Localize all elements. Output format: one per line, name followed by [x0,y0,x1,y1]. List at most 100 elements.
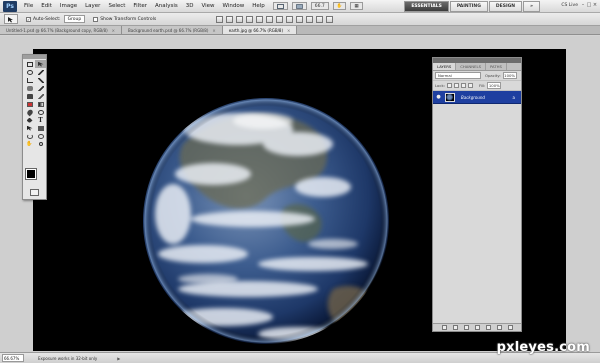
lock-position-icon[interactable] [460,83,466,88]
cs-live-button[interactable]: CS Live [561,3,578,8]
move-icon [37,61,44,67]
menu-window[interactable]: Window [219,3,249,9]
menu-view[interactable]: View [197,3,218,9]
close-icon[interactable]: × [212,28,215,33]
workspace-essentials[interactable]: ESSENTIALS [404,1,449,12]
auto-select-dropdown[interactable]: Group [63,15,86,23]
tab-layers[interactable]: LAYERS [433,63,457,70]
path-select-tool[interactable] [24,124,35,132]
tab-paths[interactable]: PATHS [486,63,507,70]
tab-earth[interactable]: earth.jpg @ 66.7% (RGB/8) × [222,26,298,34]
menu-select[interactable]: Select [104,3,129,9]
opacity-field[interactable]: 100% [502,72,517,79]
lock-buttons [446,83,475,88]
pen-tool[interactable] [24,116,35,124]
close-icon[interactable]: × [112,28,115,33]
distribute-middle-icon[interactable] [286,15,294,23]
foreground-color-swatch[interactable] [25,168,37,180]
magic-wand-icon [37,69,44,75]
arrange-documents-button[interactable]: ▦ [350,2,363,10]
workspace-painting[interactable]: PAINTING [449,1,488,12]
3d-rotate-tool[interactable] [24,132,35,140]
layer-style-icon[interactable] [452,325,458,330]
brush-tool[interactable] [35,84,46,92]
fill-field[interactable]: 100% [487,82,502,89]
layer-row-background[interactable]: ● Background a [433,91,521,104]
lock-transparent-icon[interactable] [446,83,452,88]
menu-help[interactable]: Help [248,3,269,9]
menu-file[interactable]: File [20,3,37,9]
tool-preset-picker[interactable] [4,14,18,24]
lasso-tool[interactable] [24,68,35,76]
minibridge-button[interactable] [291,2,307,10]
visibility-eye-icon[interactable]: ● [435,94,442,101]
history-brush-tool[interactable] [35,92,46,100]
move-tool[interactable] [35,60,46,68]
dodge-tool[interactable] [35,108,46,116]
distribute-left-icon[interactable] [306,15,314,23]
gradient-tool[interactable] [35,100,46,108]
align-center-icon[interactable] [256,15,264,23]
lock-icon: a [512,94,515,100]
tab-background-earth[interactable]: Background earth.psd @ 66.7% (RGB/8) × [122,26,223,34]
lock-image-icon[interactable] [453,83,459,88]
bridge-button[interactable] [272,2,288,10]
adjustment-layer-icon[interactable] [474,325,480,330]
lock-all-icon[interactable] [467,83,473,88]
3d-orbit-tool[interactable] [35,132,46,140]
close-button[interactable]: × [592,2,598,9]
workspace-more-button[interactable]: » [523,1,540,12]
show-transform-checkbox[interactable] [93,16,99,22]
hand-tool[interactable]: ✋ [24,140,35,148]
align-right-icon[interactable] [266,15,274,23]
quick-mask-button[interactable] [30,189,39,196]
distribute-top-icon[interactable] [276,15,284,23]
menu-analysis[interactable]: Analysis [151,3,182,9]
bandage-icon [26,85,33,91]
menu-edit[interactable]: Edit [37,3,56,9]
align-left-icon[interactable] [246,15,254,23]
healing-tool[interactable] [24,84,35,92]
marquee-tool[interactable] [24,60,35,68]
align-top-icon[interactable] [216,15,224,23]
auto-select-checkbox[interactable] [26,16,31,22]
blend-mode-select[interactable]: Normal [435,72,481,79]
move-tool-icon [8,16,13,22]
eyedropper-tool[interactable] [35,76,46,84]
status-menu-arrow-icon[interactable]: ▶ [117,356,120,361]
menu-image[interactable]: Image [56,3,81,9]
menu-layer[interactable]: Layer [81,3,104,9]
distribute-bottom-icon[interactable] [296,15,304,23]
brush-icon [37,85,44,91]
tab-channels[interactable]: CHANNELS [456,63,486,70]
workspace-design[interactable]: DESIGN [488,1,523,12]
align-bottom-icon[interactable] [236,15,244,23]
zoom-tool[interactable] [35,140,46,148]
hand-tool-button[interactable]: ✋ [332,2,347,10]
align-middle-icon[interactable] [226,15,234,23]
close-icon[interactable]: × [287,28,290,33]
menu-3d[interactable]: 3D [182,3,198,9]
new-layer-icon[interactable] [496,325,502,330]
marquee-icon [26,61,33,67]
zoom-level-select[interactable]: 66.7 [310,2,329,10]
crop-tool[interactable] [24,76,35,84]
trash-icon[interactable] [507,325,513,330]
add-mask-icon[interactable] [463,325,469,330]
shape-tool[interactable] [35,124,46,132]
distribute-center-icon[interactable] [316,15,324,23]
clone-stamp-tool[interactable] [24,92,35,100]
new-group-icon[interactable] [485,325,491,330]
eraser-tool[interactable] [24,100,35,108]
link-layers-icon[interactable] [441,325,447,330]
quick-select-tool[interactable] [35,68,46,76]
tab-untitled[interactable]: Untitled-1.psd @ 66.7% (Background copy,… [0,26,122,34]
distribute-right-icon[interactable] [326,15,334,23]
type-tool[interactable]: T [35,116,46,124]
blur-tool[interactable] [24,108,35,116]
zoom-field[interactable]: 66.67% [2,354,24,362]
tab-label: earth.jpg @ 66.7% (RGB/8) [228,27,284,33]
bridge-icon [276,3,284,9]
options-bar: Auto-Select: Group Show Transform Contro… [0,13,600,26]
menu-filter[interactable]: Filter [129,3,151,9]
